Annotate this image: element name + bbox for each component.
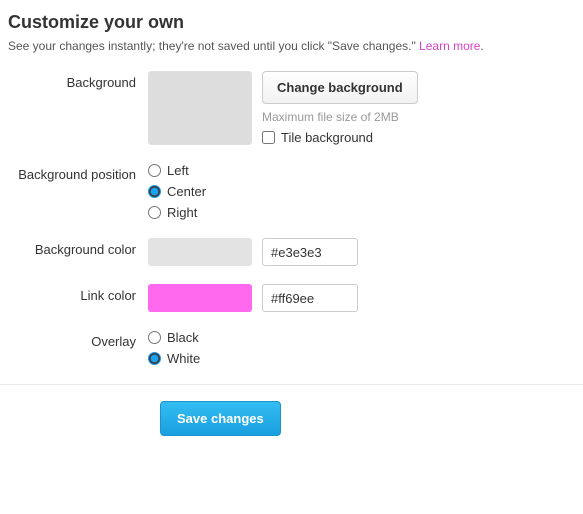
linkcolor-label: Link color <box>8 284 148 303</box>
position-radio-right[interactable] <box>148 206 161 219</box>
bgcolor-label: Background color <box>8 238 148 257</box>
position-radio-center[interactable] <box>148 185 161 198</box>
bgcolor-input[interactable] <box>262 238 358 266</box>
linkcolor-input[interactable] <box>262 284 358 312</box>
tile-background-checkbox[interactable] <box>262 131 275 144</box>
learn-more-link[interactable]: Learn more <box>419 39 480 53</box>
overlay-radio-black[interactable] <box>148 331 161 344</box>
save-changes-button[interactable]: Save changes <box>160 401 281 436</box>
tile-background-label: Tile background <box>281 130 373 145</box>
background-label: Background <box>8 71 148 90</box>
linkcolor-swatch[interactable] <box>148 284 252 312</box>
file-size-hint: Maximum file size of 2MB <box>262 110 418 124</box>
overlay-radio-white[interactable] <box>148 352 161 365</box>
position-radio-group: Left Center Right <box>148 163 206 220</box>
position-label: Background position <box>8 163 148 182</box>
overlay-label: Overlay <box>8 330 148 349</box>
position-radio-left[interactable] <box>148 164 161 177</box>
page-subtitle: See your changes instantly; they're not … <box>8 39 575 53</box>
change-background-button[interactable]: Change background <box>262 71 418 104</box>
background-preview <box>148 71 252 145</box>
bgcolor-swatch[interactable] <box>148 238 252 266</box>
overlay-radio-group: Black White <box>148 330 200 366</box>
divider <box>0 384 583 385</box>
page-title: Customize your own <box>8 12 575 33</box>
